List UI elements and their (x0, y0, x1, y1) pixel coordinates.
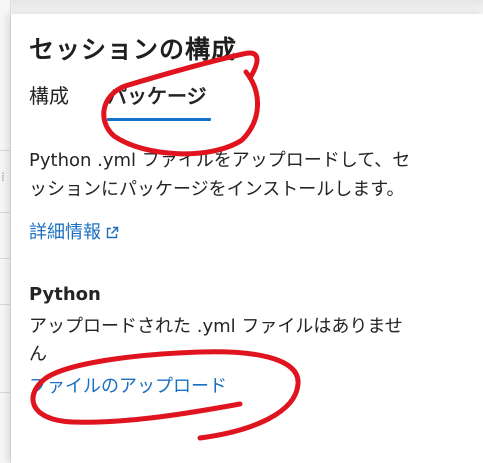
background-page-edge: ⁞ (0, 0, 11, 463)
learn-more-label: 詳細情報 (29, 222, 101, 243)
learn-more-link[interactable]: 詳細情報 (29, 218, 119, 244)
active-tab-indicator (107, 118, 211, 121)
packages-description: Python .yml ファイルをアップロードして、セ ッションにパッケージをイ… (29, 146, 459, 204)
divider (0, 150, 10, 151)
no-yml-files-message: アップロードされた .yml ファイルはありませ ん (29, 313, 461, 369)
divider (0, 304, 10, 305)
divider (0, 212, 10, 213)
external-link-icon (106, 226, 119, 239)
background-glyph: ⁞ (1, 170, 5, 184)
description-line: ッションにパッケージをインストールします。 (29, 179, 405, 200)
message-line: ん (29, 344, 47, 365)
upload-file-link[interactable]: ファイルのアップロード (29, 372, 227, 398)
tab-packages[interactable]: パッケージ (107, 80, 207, 109)
tab-configuration[interactable]: 構成 (29, 80, 69, 109)
python-section-heading: Python (29, 284, 101, 305)
description-line: Python .yml ファイルをアップロードして、セ (29, 150, 411, 171)
divider (0, 258, 10, 259)
divider (0, 392, 10, 393)
panel-title: セッションの構成 (29, 35, 238, 64)
message-line: アップロードされた .yml ファイルはありませ (29, 316, 403, 337)
screen: ⁞ セッションの構成 構成 パッケージ Python .yml ファイルをアップ… (0, 0, 483, 463)
